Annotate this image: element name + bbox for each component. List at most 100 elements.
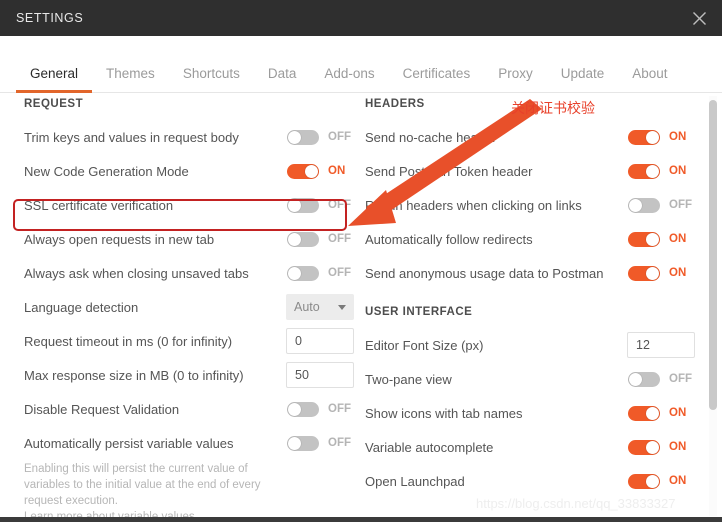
input-request-timeout[interactable] bbox=[286, 328, 354, 354]
tab-data[interactable]: Data bbox=[254, 66, 311, 92]
toggle-knob bbox=[288, 232, 301, 246]
section-title-request: REQUEST bbox=[24, 98, 84, 110]
setting-label: Two-pane view bbox=[365, 371, 452, 387]
toggle-persist-variables[interactable] bbox=[287, 435, 319, 451]
toggle-knob bbox=[646, 440, 659, 454]
setting-row-anonymous-usage-data: Send anonymous usage data to Postman ON bbox=[365, 256, 695, 290]
toggle-state-label: OFF bbox=[328, 199, 351, 211]
toggle-anonymous-usage-data[interactable] bbox=[628, 265, 660, 281]
setting-label: Request timeout in ms (0 for infinity) bbox=[24, 333, 233, 349]
setting-label: Disable Request Validation bbox=[24, 401, 180, 417]
toggle-ssl-verification[interactable] bbox=[287, 197, 319, 213]
setting-label: Always open requests in new tab bbox=[24, 231, 215, 247]
toggle-knob bbox=[288, 198, 301, 212]
setting-row-follow-redirects: Automatically follow redirects ON bbox=[365, 222, 695, 256]
toggle-knob bbox=[646, 164, 659, 178]
toggle-knob bbox=[629, 198, 642, 212]
toggle-new-code-gen[interactable] bbox=[287, 163, 319, 179]
toggle-knob bbox=[646, 232, 659, 246]
tab-about[interactable]: About bbox=[618, 66, 681, 92]
persist-variables-help-text: Enabling this will persist the current v… bbox=[24, 463, 261, 507]
setting-row-max-response-size: Max response size in MB (0 to infinity) bbox=[24, 358, 354, 392]
tab-certificates[interactable]: Certificates bbox=[389, 66, 485, 92]
select-language-detection[interactable]: Auto bbox=[286, 294, 354, 320]
setting-row-show-icons-tab-names: Show icons with tab names ON bbox=[365, 396, 695, 430]
setting-row-no-cache-header: Send no-cache header ON bbox=[365, 120, 695, 154]
toggle-knob bbox=[629, 372, 642, 386]
toggle-state-label: ON bbox=[669, 267, 687, 279]
setting-label: Send anonymous usage data to Postman bbox=[365, 265, 604, 281]
setting-row-persist-variables: Automatically persist variable values OF… bbox=[24, 426, 354, 460]
toggle-two-pane-view[interactable] bbox=[628, 371, 660, 387]
content-scrollbar-thumb[interactable] bbox=[709, 100, 717, 410]
toggle-no-cache-header[interactable] bbox=[628, 129, 660, 145]
setting-row-ask-closing-unsaved: Always ask when closing unsaved tabs OFF bbox=[24, 256, 354, 290]
annotation-text: 关闭证书校验 bbox=[511, 101, 595, 117]
toggle-variable-autocomplete[interactable] bbox=[628, 439, 660, 455]
tab-shortcuts[interactable]: Shortcuts bbox=[169, 66, 254, 92]
setting-label: Open Launchpad bbox=[365, 473, 465, 489]
toggle-state-label: OFF bbox=[328, 437, 351, 449]
toggle-state-label: OFF bbox=[669, 373, 692, 385]
toggle-state-label: ON bbox=[328, 165, 346, 177]
tab-themes[interactable]: Themes bbox=[92, 66, 169, 92]
window-bottom-edge bbox=[0, 517, 722, 522]
toggle-state-label: OFF bbox=[328, 233, 351, 245]
toggle-knob bbox=[646, 406, 659, 420]
setting-label: New Code Generation Mode bbox=[24, 163, 189, 179]
toggle-knob bbox=[646, 130, 659, 144]
setting-row-new-code-gen: New Code Generation Mode ON bbox=[24, 154, 354, 188]
input-max-response-size[interactable] bbox=[286, 362, 354, 388]
setting-label: SSL certificate verification bbox=[24, 197, 174, 213]
setting-row-two-pane-view: Two-pane view OFF bbox=[365, 362, 695, 396]
setting-row-language-detection: Language detection Auto bbox=[24, 290, 354, 324]
setting-label: Editor Font Size (px) bbox=[365, 337, 484, 353]
window-titlebar: SETTINGS bbox=[0, 0, 722, 36]
setting-label: Max response size in MB (0 to infinity) bbox=[24, 367, 244, 383]
toggle-knob bbox=[288, 130, 301, 144]
setting-row-trim-keys: Trim keys and values in request body OFF bbox=[24, 120, 354, 154]
setting-row-open-launchpad: Open Launchpad ON bbox=[365, 464, 695, 498]
close-icon bbox=[692, 11, 707, 26]
toggle-state-label: ON bbox=[669, 233, 687, 245]
setting-label: Automatically follow redirects bbox=[365, 231, 533, 247]
tab-add-ons[interactable]: Add-ons bbox=[310, 66, 388, 92]
toggle-knob bbox=[305, 164, 318, 178]
toggle-open-new-tab[interactable] bbox=[287, 231, 319, 247]
settings-window: SETTINGS General Themes Shortcuts Data A… bbox=[0, 0, 722, 522]
setting-row-variable-autocomplete: Variable autocomplete ON bbox=[365, 430, 695, 464]
close-button[interactable] bbox=[676, 0, 722, 36]
select-value: Auto bbox=[294, 300, 320, 314]
toggle-show-icons-tab-names[interactable] bbox=[628, 405, 660, 421]
headers-and-ui-column: HEADERS Send no-cache header ON Send Pos… bbox=[365, 94, 695, 498]
tab-general[interactable]: General bbox=[16, 66, 93, 93]
toggle-follow-redirects[interactable] bbox=[628, 231, 660, 247]
toggle-postman-token-header[interactable] bbox=[628, 163, 660, 179]
tab-proxy[interactable]: Proxy bbox=[484, 66, 547, 92]
tab-update[interactable]: Update bbox=[547, 66, 619, 92]
toggle-state-label: OFF bbox=[328, 403, 351, 415]
setting-row-editor-font-size: Editor Font Size (px) bbox=[365, 328, 695, 362]
section-title-user-interface: USER INTERFACE bbox=[365, 306, 473, 318]
input-editor-font-size[interactable] bbox=[627, 332, 695, 358]
setting-label: Send no-cache header bbox=[365, 129, 497, 145]
setting-row-disable-request-validation: Disable Request Validation OFF bbox=[24, 392, 354, 426]
setting-label: Language detection bbox=[24, 299, 139, 315]
toggle-knob bbox=[288, 402, 301, 416]
toggle-state-label: ON bbox=[669, 407, 687, 419]
toggle-trim-keys[interactable] bbox=[287, 129, 319, 145]
settings-content: REQUEST Trim keys and values in request … bbox=[0, 94, 722, 522]
toggle-ask-closing-unsaved[interactable] bbox=[287, 265, 319, 281]
setting-label: Automatically persist variable values bbox=[24, 435, 234, 451]
toggle-knob bbox=[646, 266, 659, 280]
toggle-state-label: OFF bbox=[328, 267, 351, 279]
toggle-knob bbox=[288, 436, 301, 450]
toggle-disable-request-validation[interactable] bbox=[287, 401, 319, 417]
toggle-state-label: ON bbox=[669, 475, 687, 487]
request-settings-column: REQUEST Trim keys and values in request … bbox=[24, 94, 354, 522]
toggle-retain-headers[interactable] bbox=[628, 197, 660, 213]
setting-label: Always ask when closing unsaved tabs bbox=[24, 265, 249, 281]
toggle-state-label: ON bbox=[669, 131, 687, 143]
toggle-open-launchpad[interactable] bbox=[628, 473, 660, 489]
toggle-knob bbox=[288, 266, 301, 280]
